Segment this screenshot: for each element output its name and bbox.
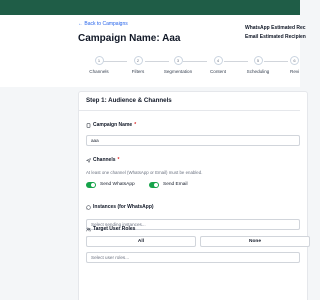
- users-icon: [86, 227, 91, 231]
- step-channels[interactable]: 1 Channels: [79, 56, 119, 74]
- whatsapp-estimated-recipients: WhatsApp Estimated Rec: [245, 25, 306, 31]
- target-user-roles-label: Target User Roles: [86, 226, 135, 232]
- back-to-campaigns-link[interactable]: ← Back to Campaigns: [78, 21, 128, 27]
- required-asterisk: *: [134, 122, 137, 128]
- send-email-label: Send Email: [163, 182, 188, 187]
- send-email-toggle[interactable]: [149, 182, 159, 188]
- top-app-bar: [0, 0, 300, 15]
- instances-label: Instances (for WhatsApp): [86, 204, 154, 210]
- step-label: Channels: [89, 69, 109, 74]
- campaign-name-label: Campaign Name *: [86, 122, 136, 128]
- select-all-roles-button[interactable]: All: [86, 236, 196, 247]
- channels-label: Channels *: [86, 157, 119, 163]
- step-number: 5: [253, 56, 263, 65]
- target-user-roles-label-text: Target User Roles: [93, 226, 136, 232]
- send-whatsapp-label: Send WhatsApp: [100, 182, 135, 187]
- step-label: Filters: [131, 69, 145, 74]
- step-review[interactable]: 6 Revi: [278, 56, 300, 74]
- card-title: Step 1: Audience & Channels: [86, 97, 172, 104]
- step-number: 4: [213, 56, 223, 65]
- step-label: Scheduling: [246, 69, 270, 74]
- campaign-name-label-text: Campaign Name: [93, 122, 133, 128]
- send-icon: [86, 157, 91, 163]
- user-roles-select[interactable]: Select user roles...: [86, 252, 300, 263]
- step-filters[interactable]: 2 Filters: [118, 56, 158, 74]
- send-whatsapp-toggle[interactable]: [86, 182, 96, 188]
- campaign-name-input[interactable]: aaa: [86, 135, 300, 146]
- required-asterisk: *: [117, 157, 120, 163]
- step-scheduling[interactable]: 5 Scheduling: [238, 56, 278, 74]
- step-number: 6: [290, 56, 299, 65]
- page-title: Campaign Name: Aaa: [78, 33, 181, 44]
- step-segmentation[interactable]: 3 Segmentation: [158, 56, 198, 74]
- step-label: Segmentation: [163, 69, 193, 74]
- step-number: 3: [173, 56, 183, 65]
- card-divider: [78, 110, 300, 111]
- channels-label-text: Channels: [93, 157, 116, 163]
- whatsapp-icon: [86, 204, 91, 210]
- step-number: 1: [94, 56, 104, 65]
- step-label: Content: [209, 69, 227, 74]
- instances-label-text: Instances (for WhatsApp): [93, 204, 154, 210]
- channels-helper-text: At least one channel (WhatsApp or Email)…: [86, 170, 203, 175]
- step-number: 2: [133, 56, 143, 65]
- select-no-roles-button[interactable]: None: [200, 236, 310, 247]
- step-content[interactable]: 4 Content: [198, 56, 238, 74]
- document-icon: [86, 122, 91, 128]
- email-estimated-recipients: Email Estimated Recipien: [245, 34, 306, 40]
- step-label: Revi: [290, 69, 300, 74]
- step-progress: 1 Channels 2 Filters 3 Segmentation 4 Co…: [0, 56, 300, 80]
